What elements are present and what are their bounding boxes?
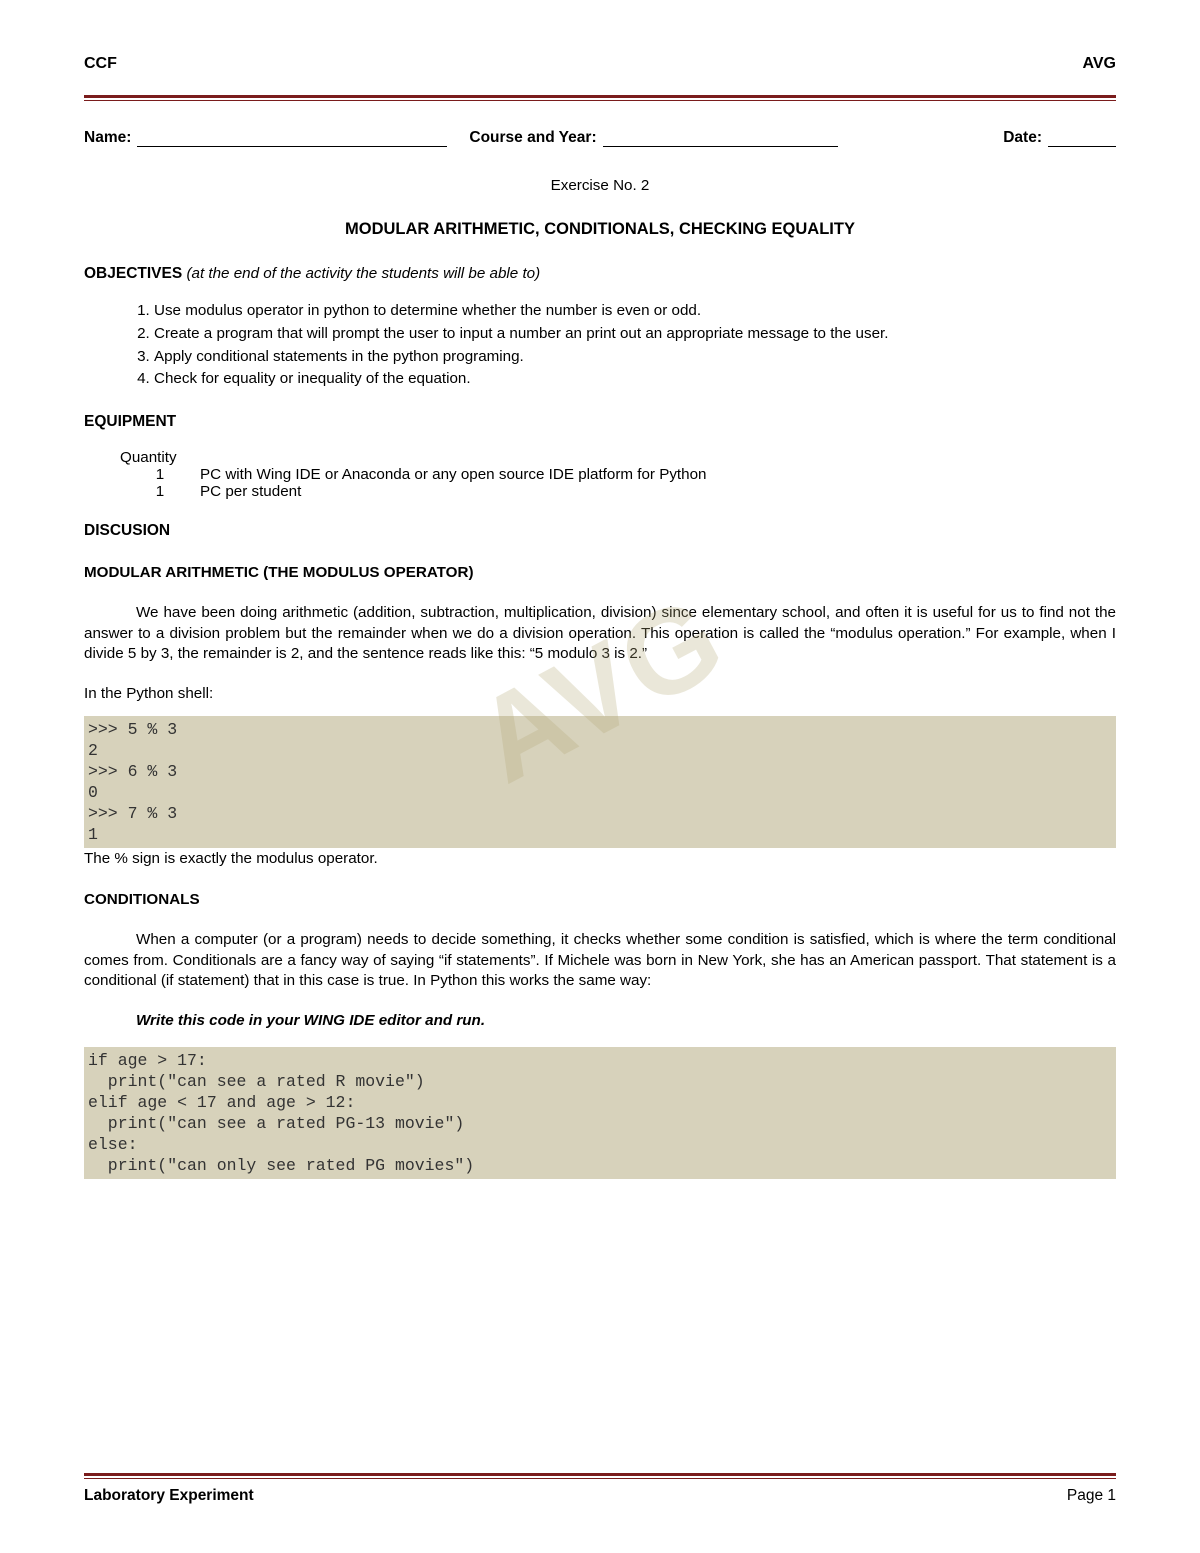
date-field[interactable]: [1048, 131, 1116, 147]
code-block-conditionals: if age > 17: print("can see a rated R mo…: [84, 1047, 1116, 1180]
table-row: 1 PC with Wing IDE or Anaconda or any op…: [120, 466, 1116, 483]
conditionals-heading: CONDITIONALS: [84, 891, 1116, 908]
list-item: Use modulus operator in python to determ…: [154, 301, 1116, 321]
discussion-heading: DISCUSION: [84, 522, 1116, 540]
footer-right: Page 1: [1067, 1487, 1116, 1505]
exercise-number: Exercise No. 2: [84, 177, 1116, 194]
equipment-heading: EQUIPMENT: [84, 413, 1116, 431]
equipment-block: Quantity 1 PC with Wing IDE or Anaconda …: [120, 449, 1116, 500]
page-title: MODULAR ARITHMETIC, CONDITIONALS, CHECKI…: [84, 220, 1116, 239]
objectives-list: Use modulus operator in python to determ…: [154, 301, 1116, 389]
list-item: Create a program that will prompt the us…: [154, 324, 1116, 344]
header-bar: CCF AVG: [84, 55, 1116, 73]
instruction-text: Write this code in your WING IDE editor …: [136, 1012, 1116, 1029]
shell-label: In the Python shell:: [84, 685, 1116, 702]
header-left: CCF: [84, 55, 117, 73]
header-right: AVG: [1083, 55, 1116, 73]
objectives-heading: OBJECTIVES (at the end of the activity t…: [84, 265, 1116, 283]
modulus-note: The % sign is exactly the modulus operat…: [84, 850, 1116, 867]
quantity-label: Quantity: [120, 449, 1116, 466]
date-label: Date:: [1003, 129, 1042, 147]
list-item: Apply conditional statements in the pyth…: [154, 347, 1116, 367]
form-line: Name: Course and Year: Date:: [84, 129, 1116, 147]
modular-heading: MODULAR ARITHMETIC (THE MODULUS OPERATOR…: [84, 564, 1116, 581]
equip-desc: PC with Wing IDE or Anaconda or any open…: [200, 466, 707, 483]
footer: Laboratory Experiment Page 1: [84, 1473, 1116, 1505]
objectives-note: (at the end of the activity the students…: [186, 265, 540, 282]
name-label: Name:: [84, 129, 131, 147]
objectives-label: OBJECTIVES: [84, 265, 182, 282]
code-block-shell: >>> 5 % 3 2 >>> 6 % 3 0 >>> 7 % 3 1: [84, 716, 1116, 849]
course-field[interactable]: [603, 131, 838, 147]
footer-left: Laboratory Experiment: [84, 1487, 254, 1505]
footer-rule: [84, 1473, 1116, 1479]
header-rule: [84, 95, 1116, 101]
table-row: 1 PC per student: [120, 483, 1116, 500]
modular-paragraph: We have been doing arithmetic (addition,…: [84, 603, 1116, 665]
name-field[interactable]: [137, 131, 447, 147]
equip-qty: 1: [120, 483, 200, 500]
list-item: Check for equality or inequality of the …: [154, 369, 1116, 389]
conditionals-paragraph: When a computer (or a program) needs to …: [84, 930, 1116, 992]
equip-qty: 1: [120, 466, 200, 483]
course-label: Course and Year:: [469, 129, 596, 147]
equip-desc: PC per student: [200, 483, 301, 500]
